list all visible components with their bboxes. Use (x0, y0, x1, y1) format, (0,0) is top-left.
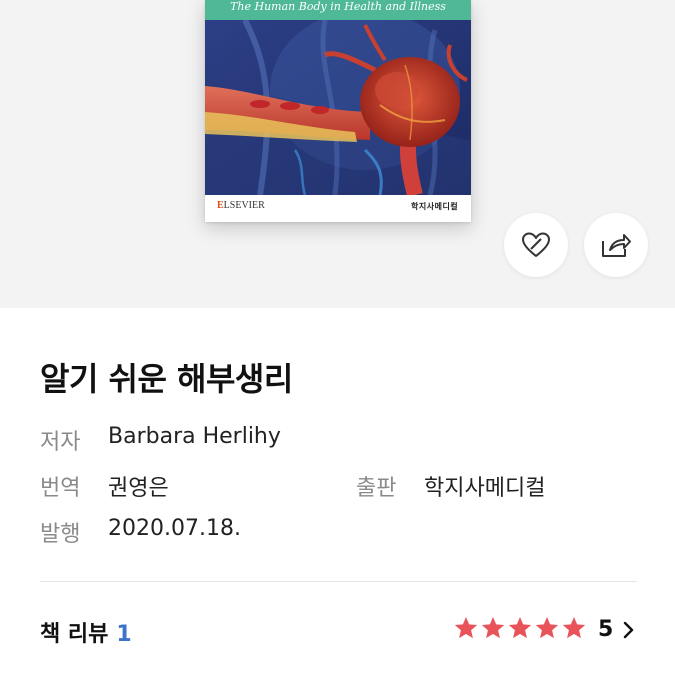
book-review-link[interactable]: 책 리뷰 1 (40, 616, 132, 648)
review-count: 1 (116, 622, 132, 647)
author-value[interactable]: Barbara Herlihy (108, 424, 281, 449)
book-title: 알기 쉬운 해부생리 (40, 360, 293, 398)
cover-publisher-logo: ELSEVIER (217, 200, 265, 211)
heart-icon (522, 232, 550, 257)
section-divider (40, 581, 637, 582)
translator-value[interactable]: 권영은 (108, 470, 169, 502)
star-icon (508, 616, 532, 639)
publish-date-label: 발행 (40, 522, 81, 547)
publisher-label: 출판 (356, 476, 397, 501)
star-icon (535, 616, 559, 639)
share-button[interactable] (584, 213, 648, 277)
share-icon (602, 234, 631, 257)
rating-score[interactable]: 5 (598, 617, 613, 642)
review-label: 책 리뷰 (40, 622, 109, 647)
star-icon (562, 616, 586, 639)
book-cover-image[interactable]: The Human Body in Health and Illness ELS… (205, 0, 471, 222)
book-cover-area: The Human Body in Health and Illness ELS… (0, 0, 675, 308)
rating-stars[interactable] (453, 615, 587, 641)
translator-label: 번역 (40, 476, 81, 501)
cover-subtitle: The Human Body in Health and Illness (230, 0, 446, 13)
star-icon (454, 616, 478, 639)
publisher-value[interactable]: 학지사메디컬 (424, 470, 545, 502)
like-button[interactable] (504, 213, 568, 277)
cover-illustration (205, 20, 471, 195)
star-icon (481, 616, 505, 639)
author-label: 저자 (40, 430, 81, 455)
chevron-right-icon[interactable] (621, 620, 635, 640)
publish-date-value: 2020.07.18. (108, 516, 241, 541)
cover-publisher-name: 학지사메디컬 (411, 202, 459, 211)
